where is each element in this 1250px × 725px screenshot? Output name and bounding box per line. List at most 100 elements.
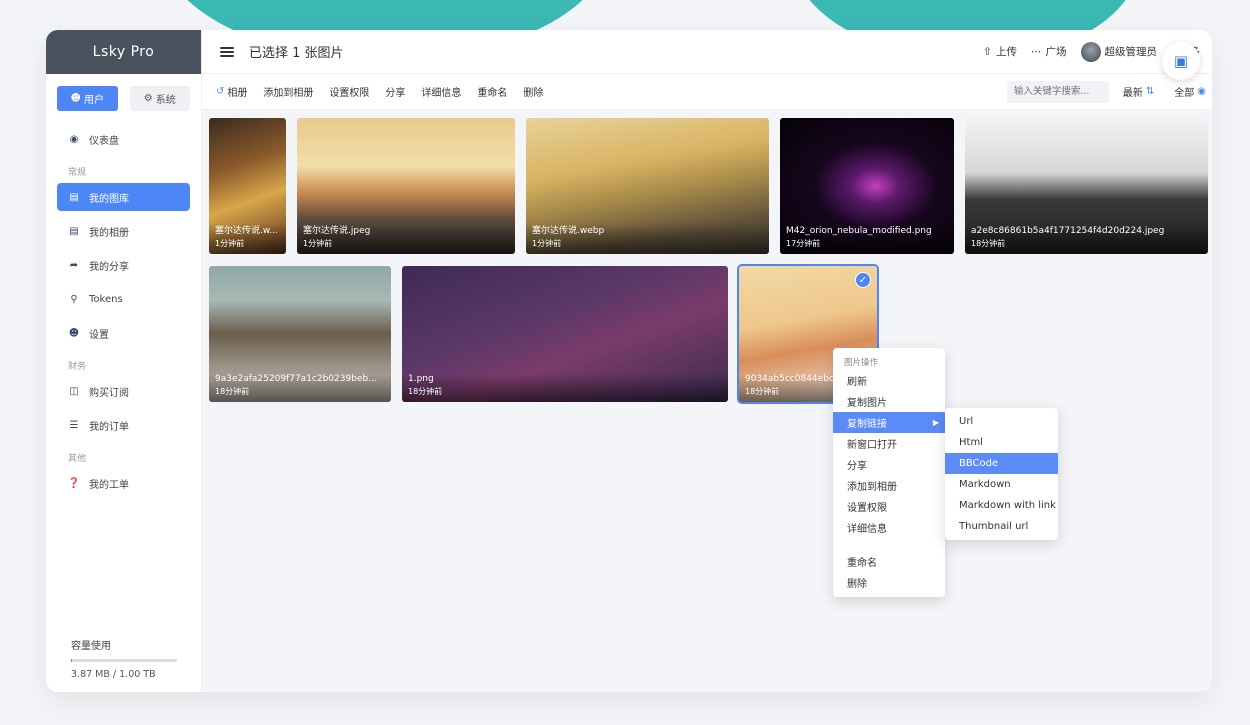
list-icon: ☰ [69, 419, 79, 431]
tab-system[interactable]: ⚙ 系统 [129, 86, 190, 111]
help-icon: ❓ [67, 477, 81, 489]
avatar [1080, 41, 1101, 62]
sidebar-item-subscribe[interactable]: ◫ 购买订阅 [57, 377, 190, 405]
menu-item-rename[interactable]: 重命名 [833, 551, 945, 572]
menu-item-copy-image[interactable]: 复制图片 [833, 391, 945, 412]
sidebar-item-label: 我的图库 [89, 193, 129, 205]
sidebar-item-albums[interactable]: ▤ 我的相册 [57, 217, 190, 245]
storage-usage: 容量使用 3.87 MB / 1.00 TB [71, 637, 181, 680]
sidebar-item-label: 我的工单 [89, 479, 129, 491]
key-icon: ⚲ [70, 293, 78, 305]
image-card[interactable]: 9a3e2afa25209f77a1c2b0239beb... 18分钟前 [209, 266, 391, 402]
sidebar-item-gallery[interactable]: ▤ 我的图库 [57, 183, 190, 211]
user-name: 超级管理员 [1104, 46, 1158, 58]
sidebar-item-settings[interactable]: ☻ 设置 [57, 319, 190, 347]
add-to-album-button[interactable]: 添加到相册 [263, 84, 313, 99]
storage-value: 3.87 MB / 1.00 TB [71, 669, 156, 680]
sidebar: Lsky Pro ☻ 用户 ⚙ 系统 ◉ 仪表盘 常规 ▤ 我的图库 ▤ 我的相… [46, 30, 202, 692]
rename-button[interactable]: 重命名 [477, 84, 507, 99]
sidebar-item-label: 我的分享 [89, 261, 129, 273]
image-time: 18分钟前 [215, 387, 250, 396]
user-icon: ☻ [70, 93, 81, 104]
submenu-item-markdown-link[interactable]: Markdown with link [945, 495, 1058, 516]
search-input[interactable] [1006, 80, 1109, 103]
brand-logo[interactable]: Lsky Pro [46, 30, 201, 74]
upload-button[interactable]: ⇧ 上传 [983, 44, 1017, 59]
share-button[interactable]: 分享 [385, 84, 405, 99]
submenu-item-bbcode[interactable]: BBCode [945, 453, 1058, 474]
filter-label: 全部 [1174, 88, 1195, 99]
submenu-item-markdown[interactable]: Markdown [945, 474, 1058, 495]
sidebar-item-tokens[interactable]: ⚲ Tokens [57, 285, 190, 313]
image-card[interactable]: 塞尔达传说.jpeg 1分钟前 [297, 118, 515, 254]
filter-button[interactable]: 全部 ◉ [1174, 84, 1206, 99]
delete-button[interactable]: 删除 [523, 84, 543, 99]
sidebar-item-label: 仪表盘 [89, 135, 119, 147]
sidebar-item-dashboard[interactable]: ◉ 仪表盘 [57, 125, 190, 153]
submenu-item-thumbnail-url[interactable]: Thumbnail url [945, 516, 1058, 537]
submenu-item-url[interactable]: Url [945, 411, 1058, 432]
image-context-menu: 图片操作 刷新 复制图片 复制链接 ▶ 新窗口打开 分享 添加到相册 设置权限 … [833, 348, 945, 597]
image-time: 18分钟前 [971, 239, 1006, 248]
plaza-button[interactable]: ⋯ 广场 [1031, 44, 1067, 59]
cart-icon: ◫ [69, 385, 79, 397]
sidebar-item-label: 我的订单 [89, 421, 129, 433]
tab-user-label: 用户 [83, 95, 104, 106]
sidebar-item-tickets[interactable]: ❓ 我的工单 [57, 469, 190, 497]
image-card[interactable]: a2e8c86861b5a4f1771254f4d20d224.jpeg 18分… [965, 118, 1208, 254]
image-name: 塞尔达传说.w... [215, 226, 278, 236]
image-name: a2e8c86861b5a4f1771254f4d20d224.jpeg [971, 226, 1165, 236]
upload-icon: ⇧ [983, 45, 992, 58]
submenu-item-html[interactable]: Html [945, 432, 1058, 453]
image-card[interactable]: 塞尔达传说.w... 1分钟前 [209, 118, 286, 254]
image-caption: a2e8c86861b5a4f1771254f4d20d224.jpeg 18分… [965, 226, 1208, 254]
menu-item-add-to-album[interactable]: 添加到相册 [833, 475, 945, 496]
sidebar-item-label: 我的相册 [89, 227, 129, 239]
image-caption: 9a3e2afa25209f77a1c2b0239beb... 18分钟前 [209, 374, 391, 402]
image-caption: 塞尔达传说.webp 1分钟前 [526, 223, 769, 254]
user-cog-icon: ☻ [68, 327, 80, 339]
menu-toggle-button[interactable] [220, 46, 234, 57]
image-name: 塞尔达传说.webp [532, 226, 605, 236]
image-caption: M42_orion_nebula_modified.png 17分钟前 [780, 226, 954, 254]
image-card[interactable]: M42_orion_nebula_modified.png 17分钟前 [780, 118, 954, 254]
menu-item-label: 复制链接 [847, 419, 887, 430]
sidebar-item-orders[interactable]: ☰ 我的订单 [57, 411, 190, 439]
storage-label: 容量使用 [71, 641, 111, 652]
sidebar-item-label: 购买订阅 [89, 387, 129, 399]
tab-user[interactable]: ☻ 用户 [57, 86, 118, 111]
menu-item-set-permission[interactable]: 设置权限 [833, 496, 945, 517]
sidebar-menu: ◉ 仪表盘 常规 ▤ 我的图库 ▤ 我的相册 ➦ 我的分享 ⚲ Tokens ☻ [46, 125, 201, 497]
share-icon: ➦ [69, 259, 79, 271]
image-time: 17分钟前 [786, 239, 821, 248]
menu-item-open-new-window[interactable]: 新窗口打开 [833, 433, 945, 454]
user-menu[interactable]: 超级管理员 [1080, 41, 1158, 62]
image-icon: ▤ [69, 191, 79, 203]
sidebar-section-finance: 财务 [68, 362, 87, 372]
user-cog-icon: ⚙ [143, 93, 153, 104]
storage-bar-fill [71, 659, 73, 662]
menu-item-copy-link[interactable]: 复制链接 ▶ [833, 412, 945, 433]
image-card[interactable]: 1.png 18分钟前 [402, 266, 728, 402]
set-permission-button[interactable]: 设置权限 [329, 84, 369, 99]
dashboard-icon: ◉ [69, 133, 79, 145]
tab-system-label: 系统 [155, 95, 176, 106]
details-button[interactable]: 详细信息 [421, 84, 461, 99]
album-button[interactable]: ↺ 相册 [216, 84, 247, 99]
menu-item-refresh[interactable]: 刷新 [833, 370, 945, 391]
sidebar-item-shares[interactable]: ➦ 我的分享 [57, 251, 190, 279]
app-window: Lsky Pro ☻ 用户 ⚙ 系统 ◉ 仪表盘 常规 ▤ 我的图库 ▤ 我的相… [46, 30, 1212, 692]
menu-item-delete[interactable]: 删除 [833, 572, 945, 593]
chevron-right-icon: ▶ [932, 418, 939, 427]
album-icon: ↺ [216, 86, 225, 97]
image-name: 9a3e2afa25209f77a1c2b0239beb... [215, 374, 377, 384]
plaza-label: 广场 [1045, 46, 1067, 58]
image-card[interactable]: 塞尔达传说.webp 1分钟前 [526, 118, 769, 254]
menu-divider [833, 538, 945, 551]
eye-icon: ◉ [1197, 86, 1206, 97]
menu-item-share[interactable]: 分享 [833, 454, 945, 475]
sort-button[interactable]: 最新 ⇅ [1123, 84, 1154, 99]
image-caption: 塞尔达传说.jpeg 1分钟前 [297, 223, 515, 254]
menu-item-details[interactable]: 详细信息 [833, 517, 945, 538]
check-icon[interactable]: ✓ [855, 272, 871, 288]
